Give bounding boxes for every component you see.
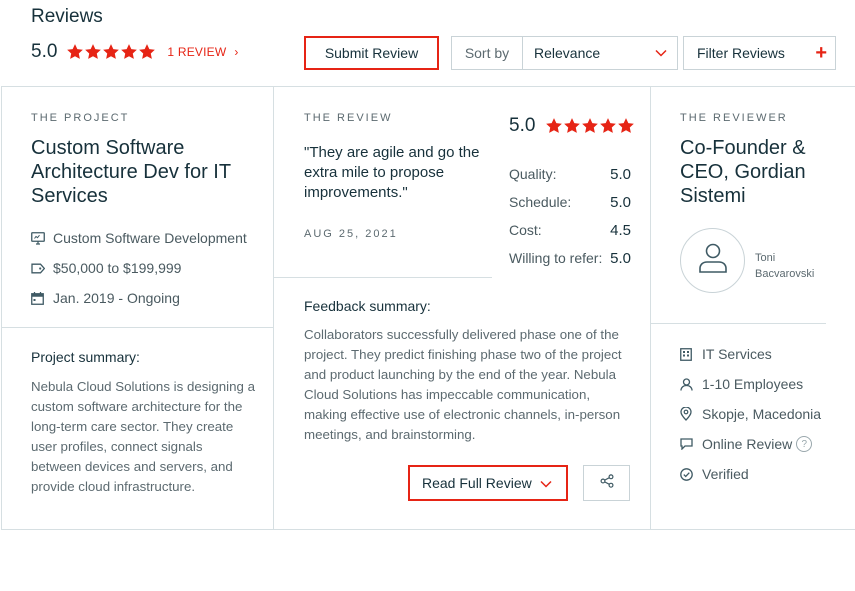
price-tag-icon xyxy=(31,261,45,275)
score-value: 5.0 xyxy=(610,166,631,183)
score-value: 5.0 xyxy=(610,194,631,211)
user-icon xyxy=(696,241,730,280)
building-icon xyxy=(680,347,694,361)
sort-select[interactable]: Relevance xyxy=(523,37,677,69)
section-divider xyxy=(2,327,273,328)
star-icon xyxy=(66,43,84,61)
reviewer-title: Co-Founder & CEO, Gordian Sistemi xyxy=(680,137,806,207)
review-overall-value: 5.0 xyxy=(509,115,536,136)
share-icon xyxy=(600,473,614,493)
reviewer-review-type-text: Online Review xyxy=(702,436,793,452)
star-icon xyxy=(138,43,156,61)
check-circle-icon xyxy=(680,467,694,481)
reviewer-eyebrow: THE REVIEWER xyxy=(680,112,788,124)
project-dates: Jan. 2019 - Ongoing xyxy=(31,290,180,306)
score-value: 4.5 xyxy=(610,222,631,239)
location-pin-icon xyxy=(680,407,694,421)
calendar-icon xyxy=(31,291,45,305)
star-icon xyxy=(84,43,102,61)
chevron-down-icon xyxy=(655,49,667,57)
overall-rating-value: 5.0 xyxy=(31,41,58,62)
star-icon xyxy=(581,117,599,135)
review-date: AUG 25, 2021 xyxy=(304,228,398,240)
score-label: Willing to refer: xyxy=(509,250,603,266)
avatar xyxy=(680,228,745,293)
star-icon xyxy=(102,43,120,61)
reviewer-company-size-text: 1-10 Employees xyxy=(702,376,804,392)
score-label: Schedule: xyxy=(509,194,572,210)
reviewer-industry: IT Services xyxy=(680,346,772,362)
project-service-text: Custom Software Development xyxy=(53,230,247,246)
section-divider xyxy=(651,323,826,324)
score-label: Cost: xyxy=(509,222,542,238)
submit-review-button[interactable]: Submit Review xyxy=(304,36,439,70)
star-icon xyxy=(120,43,138,61)
reviewer-verified: Verified xyxy=(680,466,749,482)
feedback-summary-label: Feedback summary: xyxy=(304,298,431,314)
overall-rating: 5.0 1 REVIEW › xyxy=(31,41,238,63)
star-icon xyxy=(617,117,635,135)
read-full-review-label: Read Full Review xyxy=(422,475,532,491)
page-title: Reviews xyxy=(31,6,103,27)
star-icon xyxy=(599,117,617,135)
monitor-icon xyxy=(31,231,45,245)
review-eyebrow: THE REVIEW xyxy=(304,112,393,124)
star-icon xyxy=(545,117,563,135)
reviewer-industry-text: IT Services xyxy=(702,346,772,362)
read-full-review-button[interactable]: Read Full Review xyxy=(408,465,568,501)
project-title: Custom Software Architecture Dev for IT … xyxy=(31,137,231,207)
score-row-cost: Cost: 4.5 xyxy=(509,222,631,239)
reviewer-name: Toni Bacvarovski xyxy=(755,252,815,280)
review-count-link[interactable]: 1 REVIEW xyxy=(167,45,226,59)
share-button[interactable] xyxy=(583,465,630,501)
help-icon[interactable]: ? xyxy=(796,436,813,452)
star-icon xyxy=(563,117,581,135)
reviewer-location: Skopje, Macedonia xyxy=(680,406,821,422)
review-quote: "They are agile and go the extra mile to… xyxy=(304,144,480,201)
reviewer-review-type: Online Review ? xyxy=(680,436,813,452)
section-divider xyxy=(274,277,492,278)
person-icon xyxy=(680,377,694,391)
reviewer-verified-text: Verified xyxy=(702,466,749,482)
project-summary-text: Nebula Cloud Solutions is designing a cu… xyxy=(31,379,255,494)
score-row-willing-to-refer: Willing to refer: 5.0 xyxy=(509,250,631,267)
project-service: Custom Software Development xyxy=(31,230,247,246)
plus-icon: + xyxy=(815,42,827,64)
project-dates-text: Jan. 2019 - Ongoing xyxy=(53,290,180,306)
score-row-schedule: Schedule: 5.0 xyxy=(509,194,631,211)
chevron-down-icon xyxy=(540,475,552,491)
project-summary-label: Project summary: xyxy=(31,349,140,365)
feedback-summary-text: Collaborators successfully delivered pha… xyxy=(304,327,622,442)
score-row-quality: Quality: 5.0 xyxy=(509,166,631,183)
sort-select-value: Relevance xyxy=(534,45,601,61)
score-label: Quality: xyxy=(509,166,557,182)
review-overall-rating: 5.0 xyxy=(509,115,635,137)
filter-reviews-button[interactable]: Filter Reviews + xyxy=(683,36,836,70)
column-divider xyxy=(650,86,651,530)
column-divider xyxy=(273,86,274,530)
chat-bubble-icon xyxy=(680,437,694,451)
reviewer-location-text: Skopje, Macedonia xyxy=(702,406,822,422)
chevron-right-icon[interactable]: › xyxy=(234,45,238,59)
sort-control: Sort by Relevance xyxy=(451,36,678,70)
project-budget-text: $50,000 to $199,999 xyxy=(53,260,182,276)
score-value: 5.0 xyxy=(610,250,631,267)
reviewer-company-size: 1-10 Employees xyxy=(680,376,803,392)
star-rating xyxy=(545,117,635,135)
star-rating xyxy=(66,43,156,61)
filter-reviews-label: Filter Reviews xyxy=(697,45,785,61)
sort-label: Sort by xyxy=(452,37,523,69)
project-budget: $50,000 to $199,999 xyxy=(31,260,181,276)
project-eyebrow: THE PROJECT xyxy=(31,112,130,124)
